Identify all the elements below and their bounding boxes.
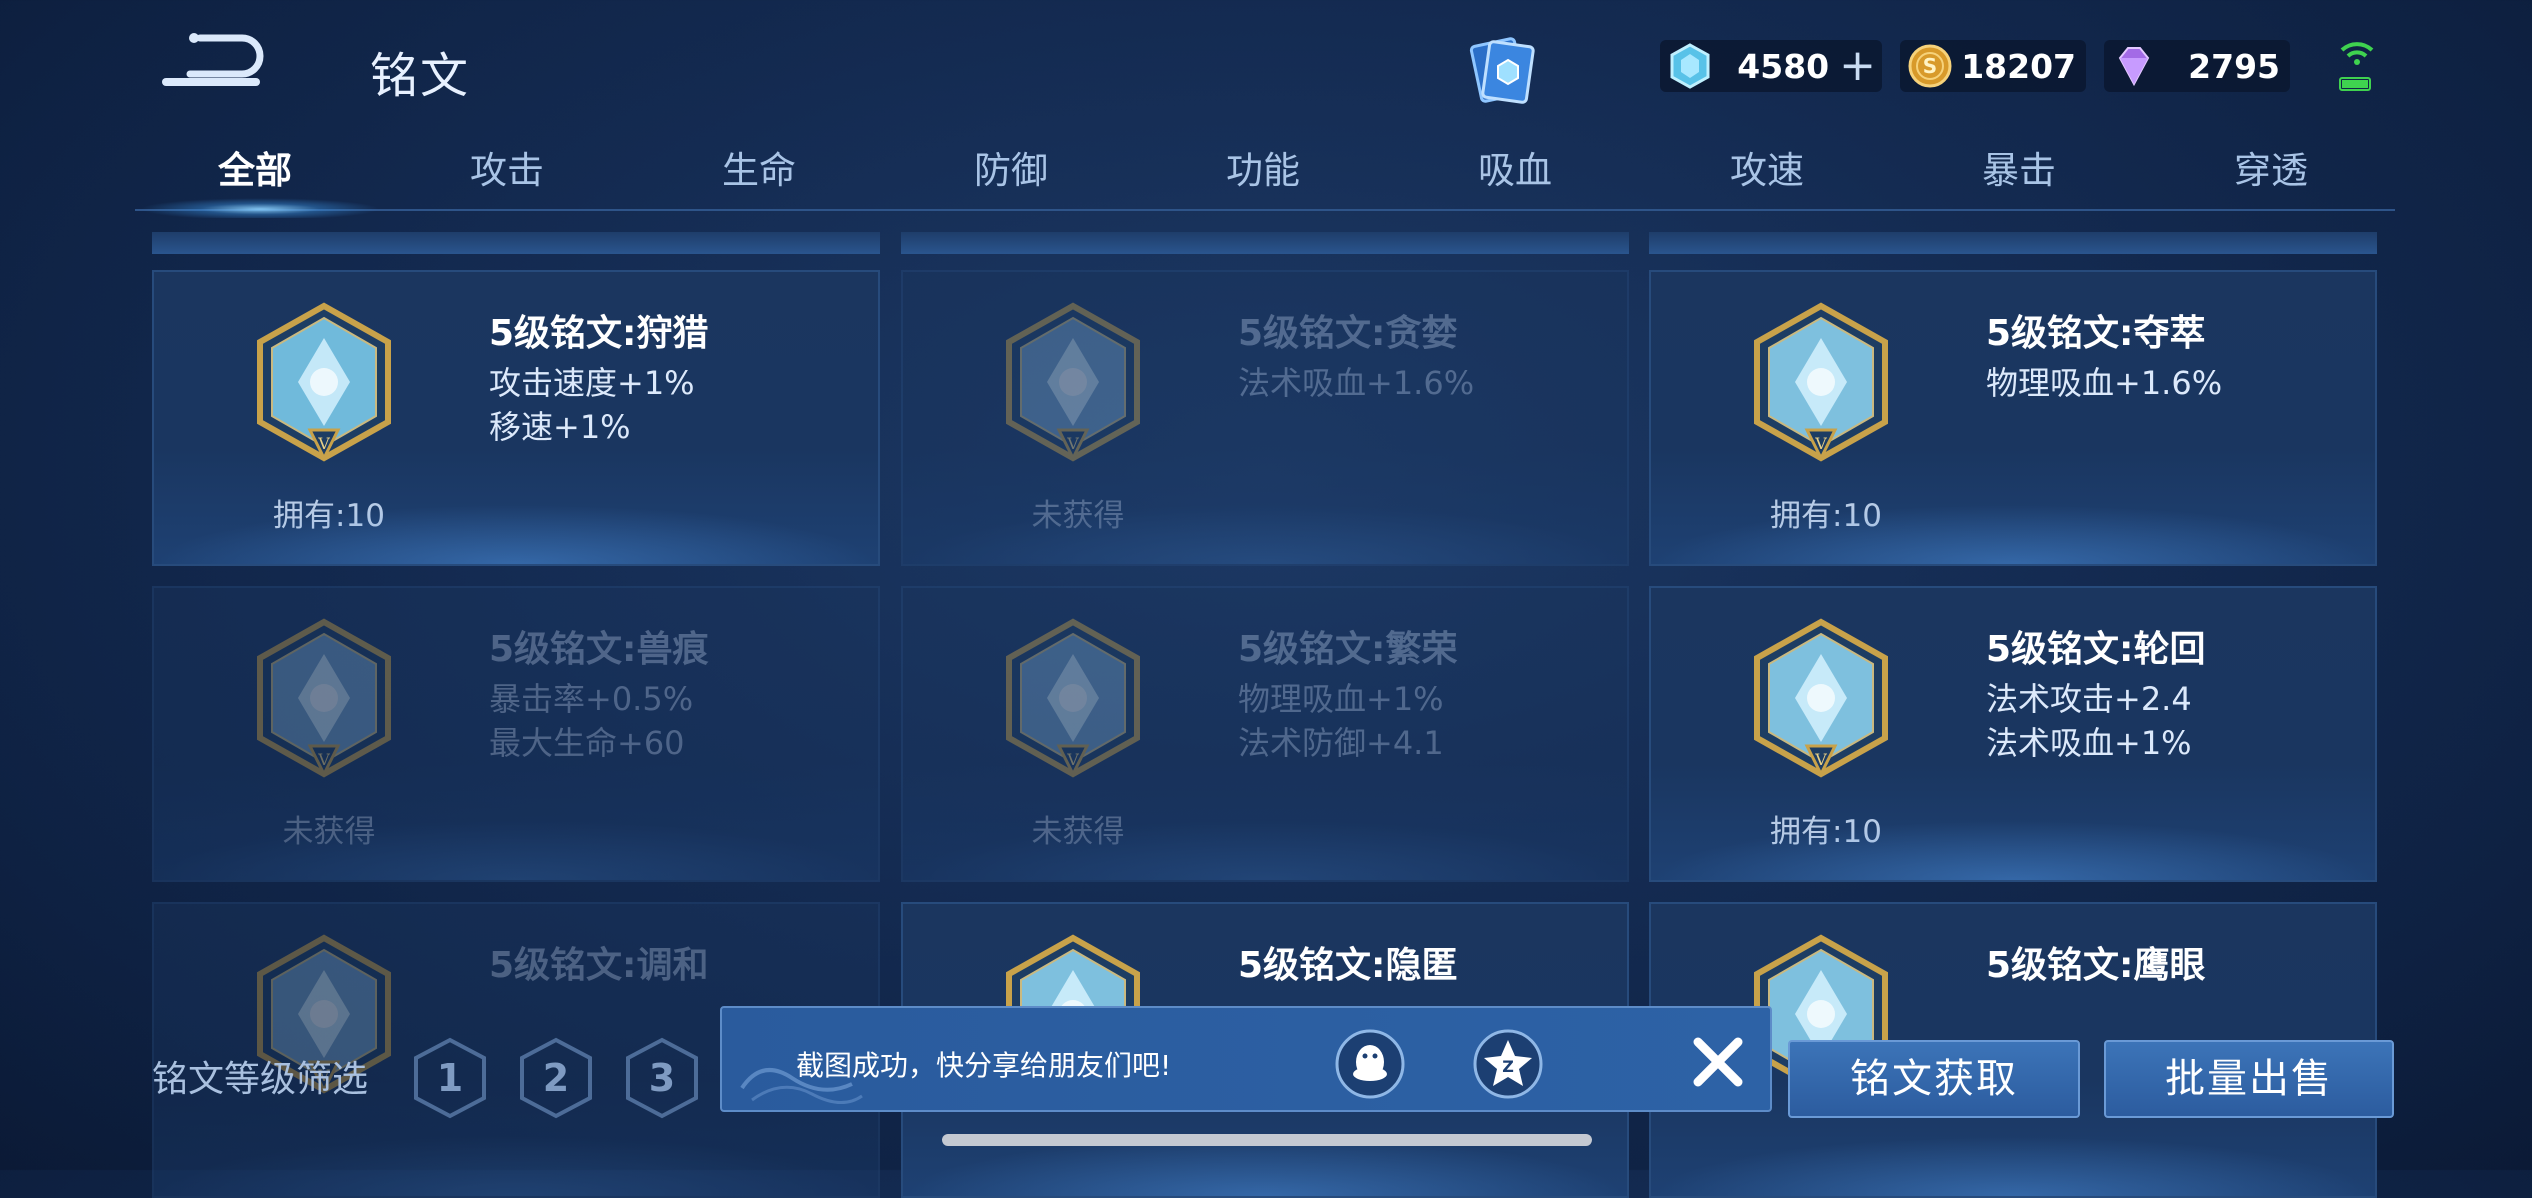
level-filter-2-label: 2 <box>542 1056 570 1100</box>
rune-owned-count: 拥有:10 <box>273 498 385 534</box>
back-arrow-icon <box>162 33 264 86</box>
rune-emblem-icon: V <box>1006 618 1140 778</box>
rune-name: 5级铭文:鹰眼 <box>1986 945 2206 986</box>
svg-text:Z: Z <box>1502 1057 1514 1076</box>
tab-critical[interactable]: 暴击 <box>1899 140 2139 194</box>
rune-stat: 攻击速度+1% <box>489 364 695 402</box>
rune-emblem-icon: V <box>1754 618 1888 778</box>
level-filter-label: 铭文等级筛选 <box>152 1059 369 1100</box>
bulk-sell-button[interactable]: 批量出售 <box>2104 1040 2394 1118</box>
rune-acquire-button[interactable]: 铭文获取 <box>1788 1040 2080 1118</box>
level-filter-1-label: 1 <box>436 1056 464 1100</box>
rune-owned-count: 拥有:10 <box>1770 814 1882 850</box>
back-button[interactable] <box>160 30 270 94</box>
diamond-amount: 2795 <box>2188 46 2280 86</box>
tab-health[interactable]: 生命 <box>639 140 879 194</box>
rune-stat: 最大生命+60 <box>489 724 685 762</box>
toast-message: 截图成功，快分享给朋友们吧! <box>796 1049 1172 1082</box>
tab-attack[interactable]: 攻击 <box>387 140 627 194</box>
rune-stat: 物理吸血+1.6% <box>1986 364 2223 402</box>
rune-owned-count: 拥有:10 <box>1770 498 1882 534</box>
tab-attack-speed[interactable]: 攻速 <box>1647 140 1887 194</box>
close-icon[interactable] <box>1684 1028 1752 1096</box>
category-tabs: 全部 攻击 生命 防御 功能 吸血 攻速 暴击 穿透 <box>135 140 2395 212</box>
rune-card[interactable]: V 5级铭文:夺萃 物理吸血+1.6% 拥有:10 <box>1649 270 2377 566</box>
svg-text:V: V <box>1066 750 1079 769</box>
rune-stat: 法术吸血+1% <box>1986 724 2192 762</box>
level-filter-2[interactable]: 2 <box>518 1036 594 1120</box>
rune-stat: 法术吸血+1.6% <box>1238 364 1475 402</box>
diamond-currency: 2795 <box>2104 40 2290 92</box>
rune-name: 5级铭文:贪婪 <box>1238 313 1458 354</box>
add-gem-icon[interactable]: + <box>1839 44 1876 88</box>
screenshot-toast: 截图成功，快分享给朋友们吧! Z <box>720 1006 1772 1112</box>
rune-emblem-icon: V <box>257 618 391 778</box>
qq-share-icon[interactable] <box>1334 1028 1406 1100</box>
rune-card[interactable]: V 5级铭文:狩猎 攻击速度+1% 移速+1% 拥有:10 <box>152 270 880 566</box>
rune-emblem-icon: V <box>1006 302 1140 462</box>
rune-card[interactable]: V 5级铭文:繁荣 物理吸血+1% 法术防御+4.1 未获得 <box>901 586 1629 882</box>
coin-currency: S 18207 <box>1900 40 2086 92</box>
tab-utility[interactable]: 功能 <box>1143 140 1383 194</box>
status-indicator <box>2334 36 2380 96</box>
rune-name: 5级铭文:狩猎 <box>489 313 709 354</box>
level-filter-1[interactable]: 1 <box>412 1036 488 1120</box>
card-edge <box>901 232 1629 254</box>
tab-penetration[interactable]: 穿透 <box>2151 140 2391 194</box>
rune-stat: 法术攻击+2.4 <box>1986 680 2192 718</box>
rune-emblem-icon: V <box>1754 302 1888 462</box>
svg-text:V: V <box>317 750 330 769</box>
svg-text:V: V <box>317 434 330 453</box>
rune-name: 5级铭文:轮回 <box>1986 629 2206 670</box>
rune-name: 5级铭文:隐匿 <box>1238 945 1458 986</box>
rune-book-icon[interactable] <box>1462 30 1542 110</box>
coin-amount: 18207 <box>1961 46 2076 86</box>
rune-name: 5级铭文:繁荣 <box>1238 629 1458 670</box>
level-filter-3-label: 3 <box>648 1056 676 1100</box>
rune-emblem-icon: V <box>257 302 391 462</box>
rune-card[interactable]: V 5级铭文:兽痕 暴击率+0.5% 最大生命+60 未获得 <box>152 586 880 882</box>
rune-name: 5级铭文:兽痕 <box>489 629 709 670</box>
gem-amount: 4580 <box>1737 46 1830 86</box>
rune-name: 5级铭文:调和 <box>489 945 709 986</box>
rune-stat: 法术防御+4.1 <box>1238 724 1444 762</box>
rune-card[interactable]: V 5级铭文:轮回 法术攻击+2.4 法术吸血+1% 拥有:10 <box>1649 586 2377 882</box>
rune-name: 5级铭文:夺萃 <box>1986 313 2206 354</box>
page-title: 铭文 <box>370 48 471 104</box>
tab-all[interactable]: 全部 <box>135 140 375 194</box>
gem-icon <box>1670 43 1710 89</box>
home-indicator[interactable] <box>942 1134 1592 1146</box>
rune-owned-count: 未获得 <box>282 814 376 850</box>
tab-divider <box>135 209 2395 211</box>
svg-text:V: V <box>1066 434 1079 453</box>
svg-text:V: V <box>1814 434 1827 453</box>
gem-currency: 4580 + <box>1660 40 1882 92</box>
card-edge <box>1649 232 2377 254</box>
active-tab-indicator <box>140 198 380 218</box>
svg-text:V: V <box>1814 750 1827 769</box>
rune-card[interactable]: V 5级铭文:贪婪 法术吸血+1.6% 未获得 <box>901 270 1629 566</box>
rune-owned-count: 未获得 <box>1031 498 1125 534</box>
level-filter-3[interactable]: 3 <box>624 1036 700 1120</box>
svg-text:S: S <box>1923 54 1937 78</box>
diamond-icon <box>2118 47 2150 87</box>
gold-coin-icon: S <box>1908 44 1952 88</box>
tab-lifesteal[interactable]: 吸血 <box>1395 140 1635 194</box>
rune-stat: 移速+1% <box>489 408 631 446</box>
card-edge <box>152 232 880 254</box>
rune-stat: 物理吸血+1% <box>1238 680 1444 718</box>
rune-owned-count: 未获得 <box>1031 814 1125 850</box>
rune-stat: 暴击率+0.5% <box>489 680 694 718</box>
tab-defense[interactable]: 防御 <box>891 140 1131 194</box>
qzone-share-icon[interactable]: Z <box>1472 1028 1544 1100</box>
